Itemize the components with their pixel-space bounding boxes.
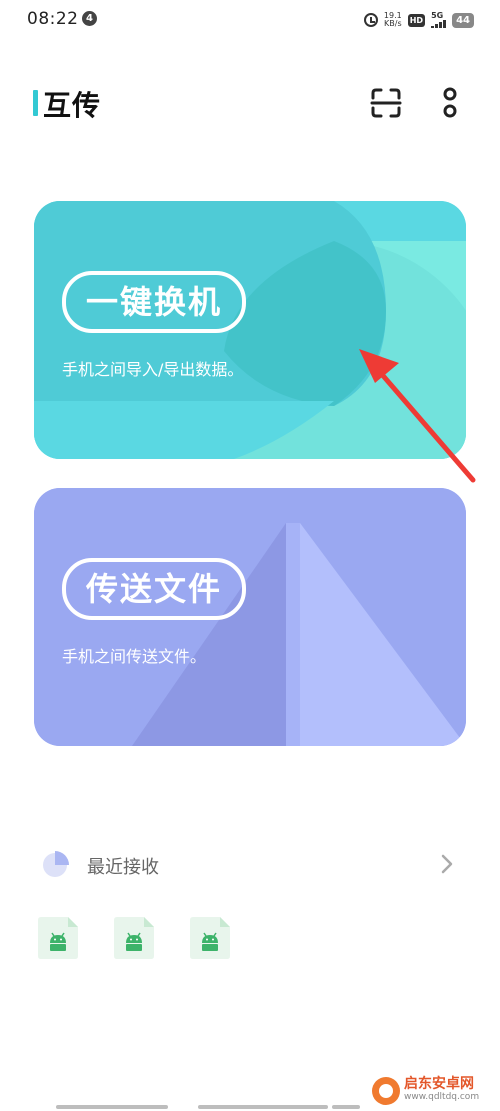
signal-icon: 5G [431, 11, 447, 28]
send-files-card[interactable]: 传送文件 手机之间传送文件。 [34, 488, 466, 746]
recent-file-3[interactable] [190, 917, 230, 959]
send-files-description: 手机之间传送文件。 [62, 647, 207, 666]
watermark-logo-icon [372, 1077, 400, 1105]
nav-gesture-bar-center[interactable] [198, 1105, 328, 1109]
page-title: 互传 [43, 89, 102, 122]
send-files-title: 传送文件 [62, 558, 247, 620]
title-accent-bar [33, 90, 38, 116]
watermark-url: www.qdltdq.com [404, 1092, 480, 1102]
status-time: 08:22 [27, 9, 79, 29]
network-type: 5G [431, 11, 444, 20]
watermark: 启东安卓网 www.qdltdq.com [372, 1074, 479, 1108]
alarm-icon [363, 13, 378, 27]
android-file-icon [38, 917, 78, 959]
phone-clone-title: 一键换机 [62, 271, 247, 333]
hd-voice-icon: HD [407, 13, 426, 27]
notification-count-badge: 4 [82, 11, 97, 26]
status-icons: 19.1 KB/s HD 5G 44 [363, 9, 474, 31]
battery-icon: 44 [452, 12, 474, 28]
nav-gesture-bar-left[interactable] [56, 1105, 168, 1109]
scan-icon [370, 88, 402, 118]
status-bar: 08:22 4 19.1 KB/s HD 5G 44 [0, 0, 500, 40]
recent-file-1[interactable] [38, 917, 78, 959]
scan-button[interactable] [370, 87, 402, 119]
watermark-name: 启东安卓网 [404, 1076, 474, 1092]
android-file-icon [190, 917, 230, 959]
more-vertical-icon [443, 87, 457, 118]
recent-file-2[interactable] [114, 917, 154, 959]
android-file-icon [114, 917, 154, 959]
recent-received-label[interactable]: 最近接收 [87, 853, 159, 879]
more-options-button[interactable] [436, 86, 464, 120]
nav-gesture-bar-right[interactable] [332, 1105, 360, 1109]
chevron-right-icon[interactable] [440, 853, 454, 875]
pie-chart-icon [43, 851, 69, 877]
phone-clone-description: 手机之间导入/导出数据。 [62, 360, 244, 379]
network-speed-unit: KB/s [384, 19, 402, 28]
annotation-arrow-icon [359, 349, 476, 483]
network-speed: 19.1 KB/s [384, 12, 402, 28]
